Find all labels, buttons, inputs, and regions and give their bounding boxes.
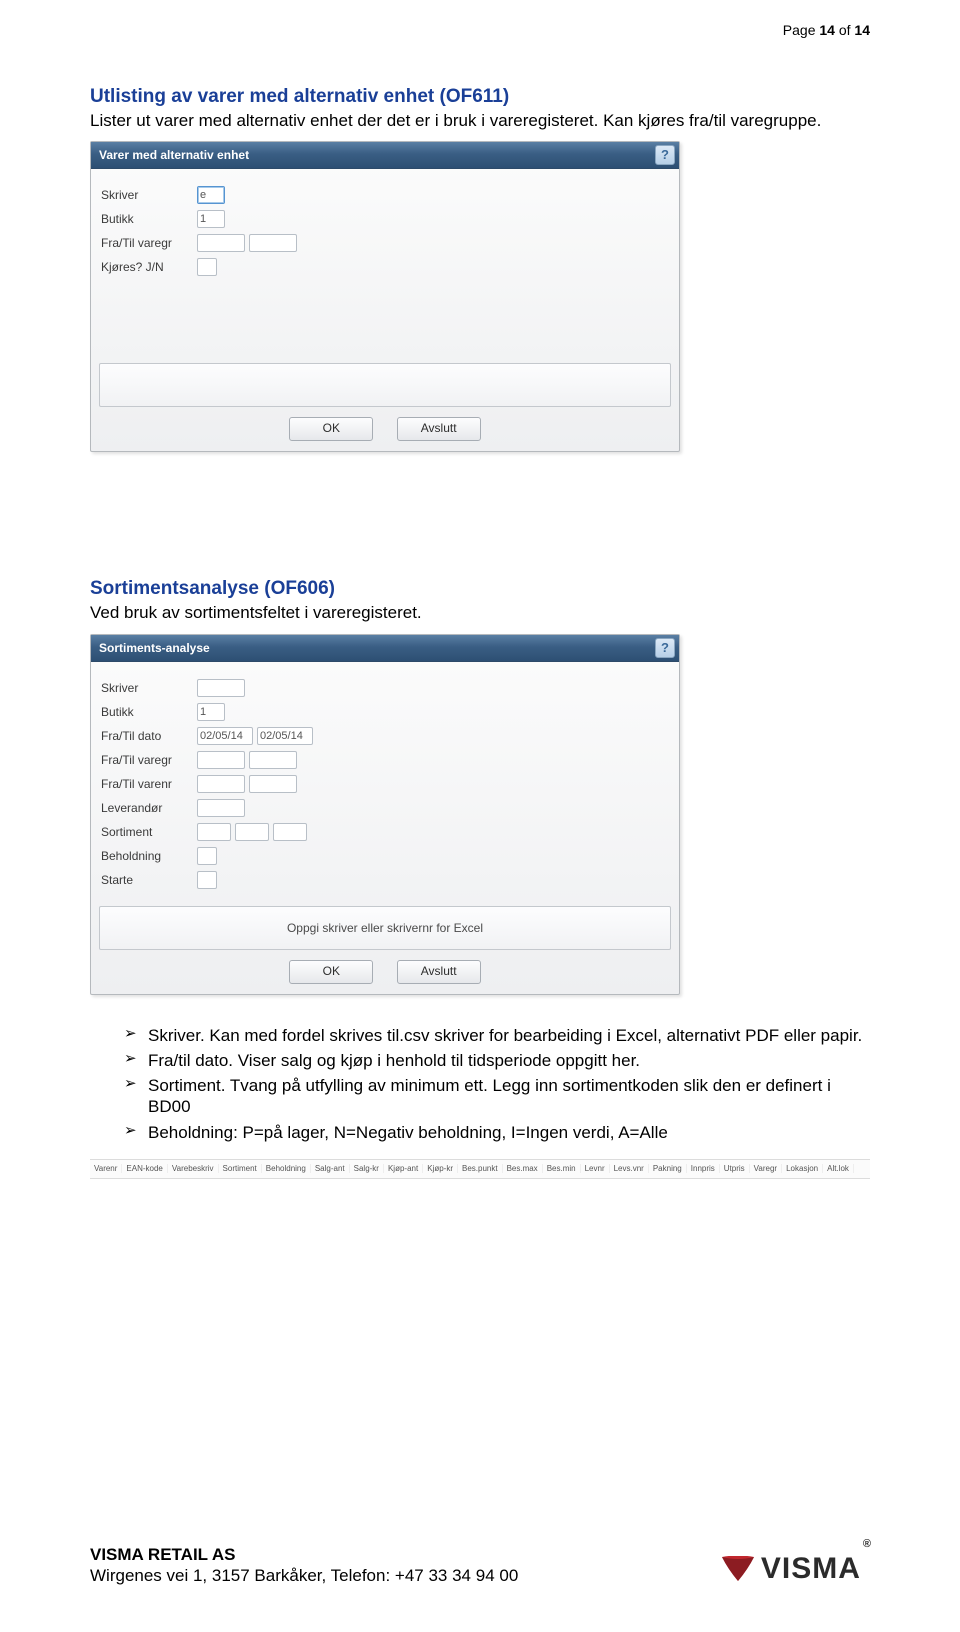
pagenum-of: of (835, 22, 854, 38)
input-skriver[interactable] (197, 679, 245, 697)
col-header: Kjøp-kr (423, 1164, 458, 1173)
col-header: Pakning (649, 1164, 687, 1173)
col-header: Salg-ant (311, 1164, 350, 1173)
label-skriver: Skriver (101, 681, 197, 695)
avslutt-button[interactable]: Avslutt (397, 417, 481, 441)
dialog-varer-alt-enhet: Varer med alternativ enhet ? Skriver e B… (90, 141, 680, 452)
input-sortiment-2[interactable] (235, 823, 269, 841)
section1-title: Utlisting av varer med alternativ enhet … (90, 86, 870, 108)
dialog1-titlebar: Varer med alternativ enhet ? (91, 142, 679, 169)
label-fratil-varenr: Fra/Til varenr (101, 777, 197, 791)
help-icon[interactable]: ? (655, 638, 675, 658)
footer-address: VISMA RETAIL AS Wirgenes vei 1, 3157 Bar… (90, 1544, 518, 1587)
registered-icon: ® (863, 1538, 872, 1550)
input-butikk[interactable]: 1 (197, 210, 225, 228)
dialog-sortiments-analyse: Sortiments-analyse ? Skriver Butikk 1 Fr… (90, 634, 680, 995)
page-number: Page 14 of 14 (783, 22, 870, 38)
input-varegr-til[interactable] (249, 751, 297, 769)
dialog2-title: Sortiments-analyse (99, 641, 210, 655)
section1-text: Lister ut varer med alternativ enhet der… (90, 110, 870, 131)
label-fratil-varegr: Fra/Til varegr (101, 236, 197, 250)
input-sortiment-3[interactable] (273, 823, 307, 841)
label-leverandor: Leverandør (101, 801, 197, 815)
bullet-list: Skriver. Kan med fordel skrives til.csv … (90, 1025, 870, 1143)
bullet-item: Sortiment. Tvang på utfylling av minimum… (124, 1075, 870, 1118)
col-header: Lokasjon (782, 1164, 823, 1173)
dialog1-status (99, 363, 671, 407)
input-varenr-fra[interactable] (197, 775, 245, 793)
label-starte: Starte (101, 873, 197, 887)
col-header: Sortiment (219, 1164, 262, 1173)
label-skriver: Skriver (101, 188, 197, 202)
label-fratil-dato: Fra/Til dato (101, 729, 197, 743)
col-header: Bes.max (503, 1164, 543, 1173)
input-dato-fra[interactable]: 02/05/14 (197, 727, 253, 745)
col-header: Utpris (720, 1164, 750, 1173)
col-header: Levnr (581, 1164, 610, 1173)
avslutt-button[interactable]: Avslutt (397, 960, 481, 984)
dialog2-titlebar: Sortiments-analyse ? (91, 635, 679, 662)
label-beholdning: Beholdning (101, 849, 197, 863)
input-kjores[interactable] (197, 258, 217, 276)
section2-text: Ved bruk av sortimentsfeltet i vareregis… (90, 602, 870, 623)
col-header: Varebeskriv (168, 1164, 219, 1173)
input-skriver[interactable]: e (197, 186, 225, 204)
col-header: Salg-kr (350, 1164, 384, 1173)
report-columns-strip: Varenr EAN-kode Varebeskriv Sortiment Be… (90, 1159, 870, 1179)
col-header: Kjøp-ant (384, 1164, 423, 1173)
input-varegr-fra[interactable] (197, 234, 245, 252)
bullet-item: Skriver. Kan med fordel skrives til.csv … (124, 1025, 870, 1046)
input-dato-til[interactable]: 02/05/14 (257, 727, 313, 745)
label-butikk: Butikk (101, 705, 197, 719)
bullet-item: Fra/til dato. Viser salg og kjøp i henho… (124, 1050, 870, 1071)
col-header: Beholdning (262, 1164, 311, 1173)
dialog2-status: Oppgi skriver eller skrivernr for Excel (99, 906, 671, 950)
input-butikk[interactable]: 1 (197, 703, 225, 721)
visma-logo-icon (721, 1556, 755, 1582)
label-sortiment: Sortiment (101, 825, 197, 839)
footer-company: VISMA RETAIL AS (90, 1544, 518, 1565)
visma-logo-word: VISMA® (761, 1552, 870, 1586)
input-sortiment-1[interactable] (197, 823, 231, 841)
col-header: Innpris (687, 1164, 720, 1173)
col-header: Bes.min (543, 1164, 581, 1173)
col-header: Varenr (90, 1164, 122, 1173)
col-header: Alt.lok (823, 1164, 854, 1173)
col-header: Varegr (750, 1164, 782, 1173)
col-header: Levs.vnr (610, 1164, 649, 1173)
section2-title: Sortimentsanalyse (OF606) (90, 578, 870, 600)
ok-button[interactable]: OK (289, 960, 373, 984)
ok-button[interactable]: OK (289, 417, 373, 441)
input-varegr-til[interactable] (249, 234, 297, 252)
input-leverandor[interactable] (197, 799, 245, 817)
label-butikk: Butikk (101, 212, 197, 226)
help-icon[interactable]: ? (655, 145, 675, 165)
label-fratil-varegr: Fra/Til varegr (101, 753, 197, 767)
input-varenr-til[interactable] (249, 775, 297, 793)
input-varegr-fra[interactable] (197, 751, 245, 769)
input-beholdning[interactable] (197, 847, 217, 865)
pagenum-total: 14 (854, 22, 870, 38)
footer-line: Wirgenes vei 1, 3157 Barkåker, Telefon: … (90, 1565, 518, 1586)
label-kjores: Kjøres? J/N (101, 260, 197, 274)
bullet-item: Beholdning: P=på lager, N=Negativ behold… (124, 1122, 870, 1143)
pagenum-prefix: Page (783, 22, 820, 38)
col-header: EAN-kode (122, 1164, 167, 1173)
dialog1-title: Varer med alternativ enhet (99, 148, 249, 162)
visma-logo: VISMA® (721, 1552, 870, 1586)
col-header: Bes.punkt (458, 1164, 503, 1173)
input-starte[interactable] (197, 871, 217, 889)
pagenum-current: 14 (819, 22, 835, 38)
